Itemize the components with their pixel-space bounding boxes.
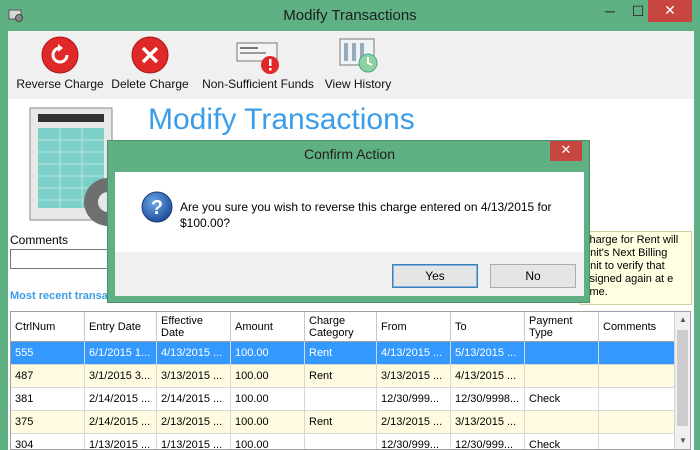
table-row[interactable]: 375 2/14/2015 ... 2/13/2015 ... 100.00 R… [11,411,676,434]
reverse-icon [41,36,79,74]
cell-comments [599,388,676,410]
cell-amount: 100.00 [231,411,305,433]
cell-from: 2/13/2015 ... [377,411,451,433]
scroll-down-icon[interactable]: ▼ [675,433,690,449]
bounced-check-icon [236,42,279,74]
col-charge-category[interactable]: Charge Category [305,312,377,342]
question-icon: ? [141,191,173,223]
cell-from: 12/30/999... [377,388,451,410]
table-row[interactable]: 555 6/1/2015 1... 4/13/2015 ... 100.00 R… [11,342,676,365]
page-heading: Modify Transactions [148,103,415,136]
close-button[interactable]: ✕ [648,0,692,22]
cell-charge-category: Rent [305,342,377,364]
window-title: Modify Transactions [283,7,417,24]
title-bar[interactable]: Modify Transactions ─ ☐ ✕ [0,0,700,31]
col-effective-date[interactable]: Effective Date [157,312,231,342]
history-icon [339,38,378,73]
cell-entry-date: 3/1/2015 3... [85,365,157,387]
cell-ctrlnum: 381 [11,388,85,410]
col-entry-date[interactable]: Entry Date [85,312,157,342]
dialog-body: ? Are you sure you wish to reverse this … [115,172,584,252]
svg-text:?: ? [151,197,163,219]
col-ctrlnum[interactable]: CtrlNum [11,312,85,342]
col-to[interactable]: To [451,312,525,342]
col-payment-type[interactable]: Payment Type [525,312,599,342]
delete-charge-button[interactable]: Delete Charge [110,35,190,91]
table-row[interactable]: 381 2/14/2015 ... 2/14/2015 ... 100.00 1… [11,388,676,411]
col-comments[interactable]: Comments [599,312,676,342]
table-row[interactable]: 487 3/1/2015 3... 3/13/2015 ... 100.00 R… [11,365,676,388]
cell-payment-type: Check [525,434,599,449]
cell-payment-type [525,342,599,364]
cell-ctrlnum: 304 [11,434,85,449]
comments-input[interactable] [10,249,120,269]
transactions-grid[interactable]: CtrlNum Entry Date Effective Date Amount… [10,311,691,450]
cell-effective-date: 3/13/2015 ... [157,365,231,387]
dialog-message: Are you sure you wish to reverse this ch… [180,200,552,230]
cell-comments [599,434,676,449]
cell-ctrlnum: 487 [11,365,85,387]
cell-charge-category: Rent [305,411,377,433]
cell-amount: 100.00 [231,434,305,449]
cell-from: 12/30/999... [377,434,451,449]
cell-entry-date: 1/13/2015 ... [85,434,157,449]
comments-label: Comments [10,233,69,247]
dialog-title: Confirm Action [303,146,396,162]
non-sufficient-funds-label: Non-Sufficient Funds [202,77,314,91]
cell-to: 3/13/2015 ... [451,411,525,433]
col-amount[interactable]: Amount [231,312,305,342]
info-message: charge for Rent will unit's Next Billing… [580,231,692,305]
cell-entry-date: 2/14/2015 ... [85,411,157,433]
cell-effective-date: 2/13/2015 ... [157,411,231,433]
cell-amount: 100.00 [231,388,305,410]
delete-charge-label: Delete Charge [111,77,189,91]
cell-comments [599,342,676,364]
dialog-footer: Yes No [115,252,584,296]
reverse-charge-label: Reverse Charge [16,77,104,91]
cell-charge-category [305,434,377,449]
cell-comments [599,411,676,433]
minimize-button[interactable]: ─ [596,0,624,24]
grid-header: CtrlNum Entry Date Effective Date Amount… [11,312,676,342]
cell-effective-date: 2/14/2015 ... [157,388,231,410]
cell-amount: 100.00 [231,342,305,364]
col-from[interactable]: From [377,312,451,342]
cell-payment-type [525,411,599,433]
cell-charge-category [305,388,377,410]
no-button[interactable]: No [490,264,576,288]
cell-to: 4/13/2015 ... [451,365,525,387]
view-history-button[interactable]: View History [320,35,396,91]
cell-entry-date: 6/1/2015 1... [85,342,157,364]
confirm-dialog: Confirm Action ✕ ? Are you sure you wish… [107,140,590,303]
cell-to: 12/30/999... [451,434,525,449]
scroll-thumb[interactable] [677,330,688,426]
yes-button[interactable]: Yes [392,264,478,288]
cell-to: 12/30/9998... [451,388,525,410]
cell-ctrlnum: 375 [11,411,85,433]
dialog-close-button[interactable]: ✕ [550,141,582,161]
cell-payment-type: Check [525,388,599,410]
cell-charge-category: Rent [305,365,377,387]
recent-transactions-label: Most recent transactions [10,290,110,302]
scroll-up-icon[interactable]: ▲ [675,312,690,328]
grid-scrollbar[interactable]: ▲ ▼ [674,312,690,449]
table-row[interactable]: 304 1/13/2015 ... 1/13/2015 ... 100.00 1… [11,434,676,449]
cell-comments [599,365,676,387]
view-history-label: View History [324,77,392,91]
cell-payment-type [525,365,599,387]
non-sufficient-funds-button[interactable]: Non-Sufficient Funds [198,35,318,91]
cell-effective-date: 1/13/2015 ... [157,434,231,449]
reverse-charge-button[interactable]: Reverse Charge [14,35,106,91]
delete-icon [131,36,169,74]
toolbar: Reverse Charge Delete Charge Non-Suffici… [8,31,694,99]
cell-from: 4/13/2015 ... [377,342,451,364]
cell-effective-date: 4/13/2015 ... [157,342,231,364]
cell-entry-date: 2/14/2015 ... [85,388,157,410]
main-window: Modify Transactions ─ ☐ ✕ Reverse Charge… [0,0,700,450]
cell-amount: 100.00 [231,365,305,387]
cell-ctrlnum: 555 [11,342,85,364]
cell-to: 5/13/2015 ... [451,342,525,364]
cell-from: 3/13/2015 ... [377,365,451,387]
